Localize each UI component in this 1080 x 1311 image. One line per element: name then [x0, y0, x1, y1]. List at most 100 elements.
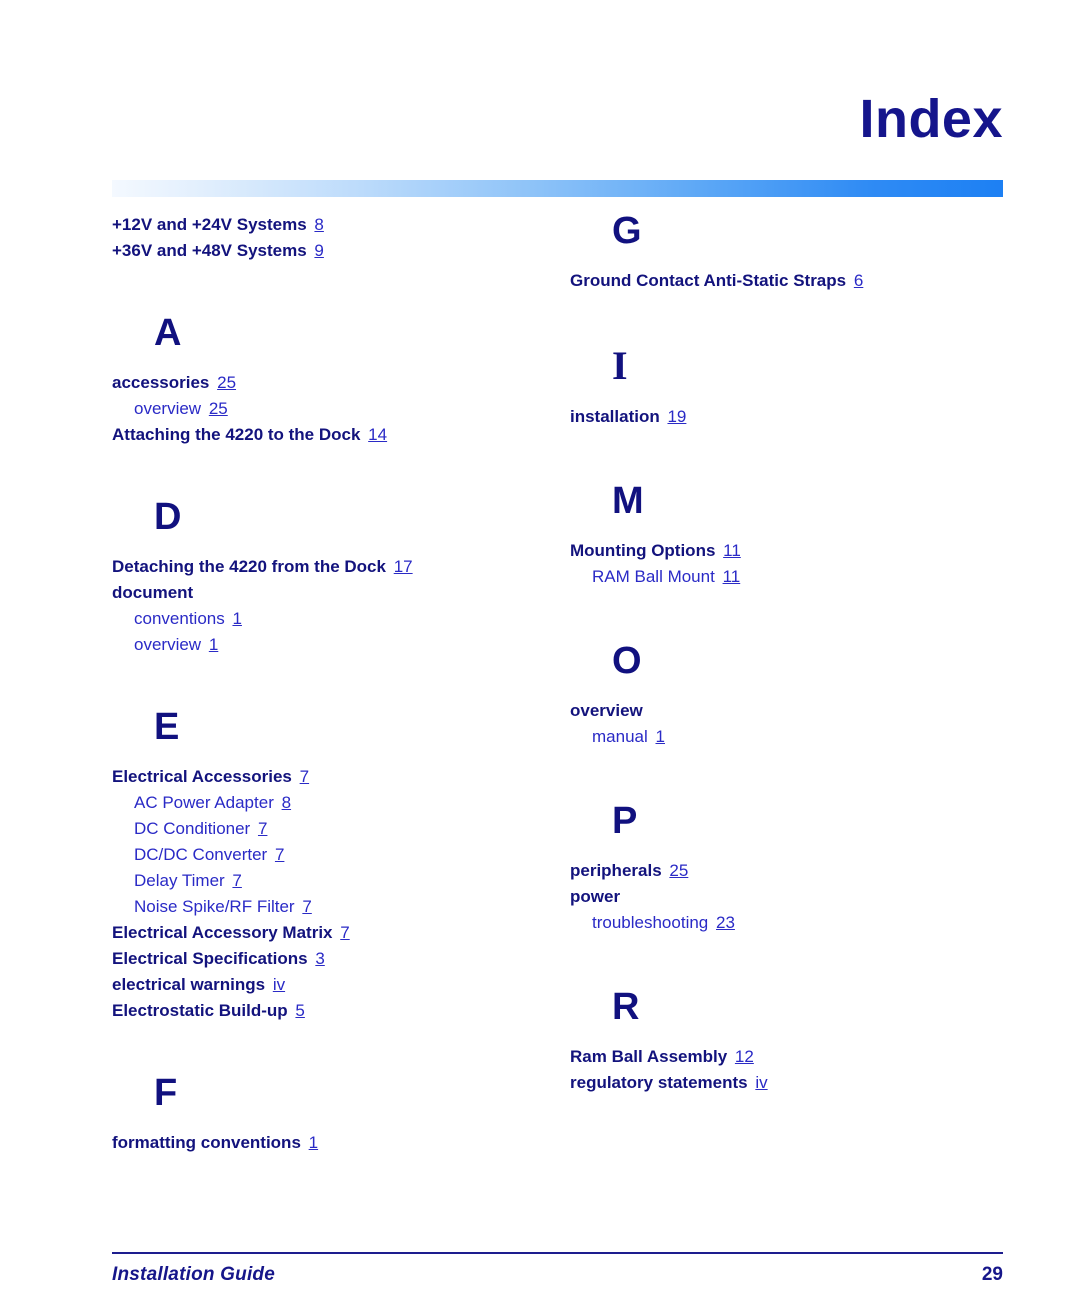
index-entry[interactable]: installation 19	[570, 404, 990, 430]
index-entry[interactable]: +36V and +48V Systems 9	[112, 238, 532, 264]
index-entry-label: +36V and +48V Systems	[112, 241, 307, 260]
index-section-a: Aaccessories 25 overview 25 Attaching the …	[112, 314, 532, 448]
footer-guide-label: Installation Guide	[112, 1264, 276, 1285]
index-section-i: Iinstallation 19	[570, 346, 990, 430]
index-section-o: Ooverview manual 1	[570, 642, 990, 750]
index-entry-label: troubleshooting	[592, 913, 709, 932]
index-entry-page-ref[interactable]: iv	[755, 1073, 767, 1092]
index-entry-page-ref[interactable]: 25	[217, 373, 236, 392]
index-entry-list: Mounting Options 11 RAM Ball Mount 11	[570, 538, 990, 590]
index-subentry[interactable]: DC Conditioner 7	[112, 816, 532, 842]
index-entry-label: Noise Spike/RF Filter	[134, 897, 295, 916]
index-subentry[interactable]: DC/DC Converter 7	[112, 842, 532, 868]
index-entry-page-ref[interactable]: 3	[315, 949, 324, 968]
index-entry-list: overview manual 1	[570, 698, 990, 750]
index-entry-page-ref[interactable]: 23	[716, 913, 735, 932]
index-subentry[interactable]: Delay Timer 7	[112, 868, 532, 894]
index-entry-page-ref[interactable]: 8	[314, 215, 323, 234]
index-entry-list: +12V and +24V Systems 8 +36V and +48V Sys…	[112, 212, 532, 264]
index-subentry[interactable]: manual 1	[570, 724, 990, 750]
index-entry[interactable]: Electrical Specifications 3	[112, 946, 532, 972]
index-section-m: M Mounting Options 11 RAM Ball Mount 11	[570, 482, 990, 590]
index-entry-page-ref[interactable]: iv	[273, 975, 285, 994]
index-entry[interactable]: Electrical Accessories 7	[112, 764, 532, 790]
index-page: Index +12V and +24V Systems 8 +36V and +4…	[0, 0, 1080, 1311]
index-entry-page-ref[interactable]: 14	[368, 425, 387, 444]
index-entry-page-ref[interactable]: 7	[275, 845, 284, 864]
index-entry[interactable]: electrical warnings iv	[112, 972, 532, 998]
index-subentry[interactable]: Noise Spike/RF Filter 7	[112, 894, 532, 920]
index-entry-page-ref[interactable]: 6	[854, 271, 863, 290]
index-entry-page-ref[interactable]: 17	[394, 557, 413, 576]
index-entry-label: Ram Ball Assembly	[570, 1047, 728, 1066]
index-entry-page-ref[interactable]: 7	[258, 819, 267, 838]
index-entry[interactable]: accessories 25	[112, 370, 532, 396]
index-entry-label: regulatory statements	[570, 1073, 748, 1092]
page-footer: Installation Guide 29	[112, 1252, 1003, 1286]
index-entry[interactable]: Attaching the 4220 to the Dock 14	[112, 422, 532, 448]
index-entry-page-ref[interactable]: 1	[656, 727, 665, 746]
index-entry-page-ref[interactable]: 7	[300, 767, 309, 786]
index-entry-label: accessories	[112, 373, 210, 392]
index-entry[interactable]: Ground Contact Anti-Static Straps 6	[570, 268, 990, 294]
index-entry-page-ref[interactable]: 7	[302, 897, 311, 916]
index-section-symbols: +12V and +24V Systems 8 +36V and +48V Sys…	[112, 212, 532, 264]
index-entry[interactable]: Ram Ball Assembly 12	[570, 1044, 990, 1070]
index-entry[interactable]: Electrical Accessory Matrix 7	[112, 920, 532, 946]
index-subentry[interactable]: troubleshooting 23	[570, 910, 990, 936]
index-entry-page-ref[interactable]: 9	[314, 241, 323, 260]
index-entry-label: Detaching the 4220 from the Dock	[112, 557, 386, 576]
index-entry-page-ref[interactable]: 1	[309, 1133, 318, 1152]
index-column-right: G Ground Contact Anti-Static Straps 6 Iins…	[570, 212, 990, 1096]
index-entry[interactable]: peripherals 25	[570, 858, 990, 884]
index-entry-label: overview	[134, 399, 202, 418]
index-entry-label: Ground Contact Anti-Static Straps	[570, 271, 847, 290]
index-entry[interactable]: document	[112, 580, 532, 606]
index-entry-list: Ram Ball Assembly 12 regulatory statement…	[570, 1044, 990, 1096]
index-entry-label: manual	[592, 727, 648, 746]
index-entry-page-ref[interactable]: 7	[340, 923, 349, 942]
index-entry-page-ref[interactable]: 8	[282, 793, 291, 812]
index-subentry[interactable]: conventions 1	[112, 606, 532, 632]
index-entry[interactable]: power	[570, 884, 990, 910]
index-entry[interactable]: +12V and +24V Systems 8	[112, 212, 532, 238]
index-entry-page-ref[interactable]: 12	[735, 1047, 754, 1066]
index-entry[interactable]: Electrostatic Build-up 5	[112, 998, 532, 1024]
section-letter-d: D	[154, 496, 182, 538]
index-entry-page-ref[interactable]: 5	[295, 1001, 304, 1020]
index-entry-list: formatting conventions 1	[112, 1130, 532, 1156]
index-subentry[interactable]: overview 25	[112, 396, 532, 422]
index-entry-label: overview	[134, 635, 202, 654]
section-letter-a: A	[154, 312, 182, 354]
index-entry-label: Delay Timer	[134, 871, 225, 890]
index-entry-page-ref[interactable]: 11	[723, 567, 741, 586]
index-subentry[interactable]: AC Power Adapter 8	[112, 790, 532, 816]
index-entry-label: AC Power Adapter	[134, 793, 274, 812]
index-entry[interactable]: Mounting Options 11	[570, 538, 990, 564]
index-subentry[interactable]: RAM Ball Mount 11	[570, 564, 990, 590]
index-entry-page-ref[interactable]: 1	[209, 635, 218, 654]
index-entry-page-ref[interactable]: 19	[667, 407, 686, 426]
index-entry-label: Electrostatic Build-up	[112, 1001, 288, 1020]
index-entry-page-ref[interactable]: 7	[232, 871, 241, 890]
index-entry-label: Electrical Accessories	[112, 767, 292, 786]
index-entry-page-ref[interactable]: 25	[209, 399, 228, 418]
index-entry-label: power	[570, 887, 621, 906]
section-letter-g: G	[612, 210, 642, 252]
index-entry-page-ref[interactable]: 1	[232, 609, 241, 628]
index-column-left: +12V and +24V Systems 8 +36V and +48V Sys…	[112, 212, 532, 1156]
index-subentry[interactable]: overview 1	[112, 632, 532, 658]
index-entry-label: +12V and +24V Systems	[112, 215, 307, 234]
index-section-f: Fformatting conventions 1	[112, 1074, 532, 1156]
index-entry[interactable]: formatting conventions 1	[112, 1130, 532, 1156]
index-entry-list: installation 19	[570, 404, 990, 430]
index-entry[interactable]: Detaching the 4220 from the Dock 17	[112, 554, 532, 580]
footer-row: Installation Guide 29	[112, 1264, 1003, 1286]
index-entry[interactable]: regulatory statements iv	[570, 1070, 990, 1096]
footer-divider	[112, 1252, 1003, 1254]
index-entry-label: overview	[570, 701, 643, 720]
index-entry-label: formatting conventions	[112, 1133, 301, 1152]
index-entry-page-ref[interactable]: 25	[669, 861, 688, 880]
index-entry-page-ref[interactable]: 11	[723, 541, 741, 560]
index-entry[interactable]: overview	[570, 698, 990, 724]
